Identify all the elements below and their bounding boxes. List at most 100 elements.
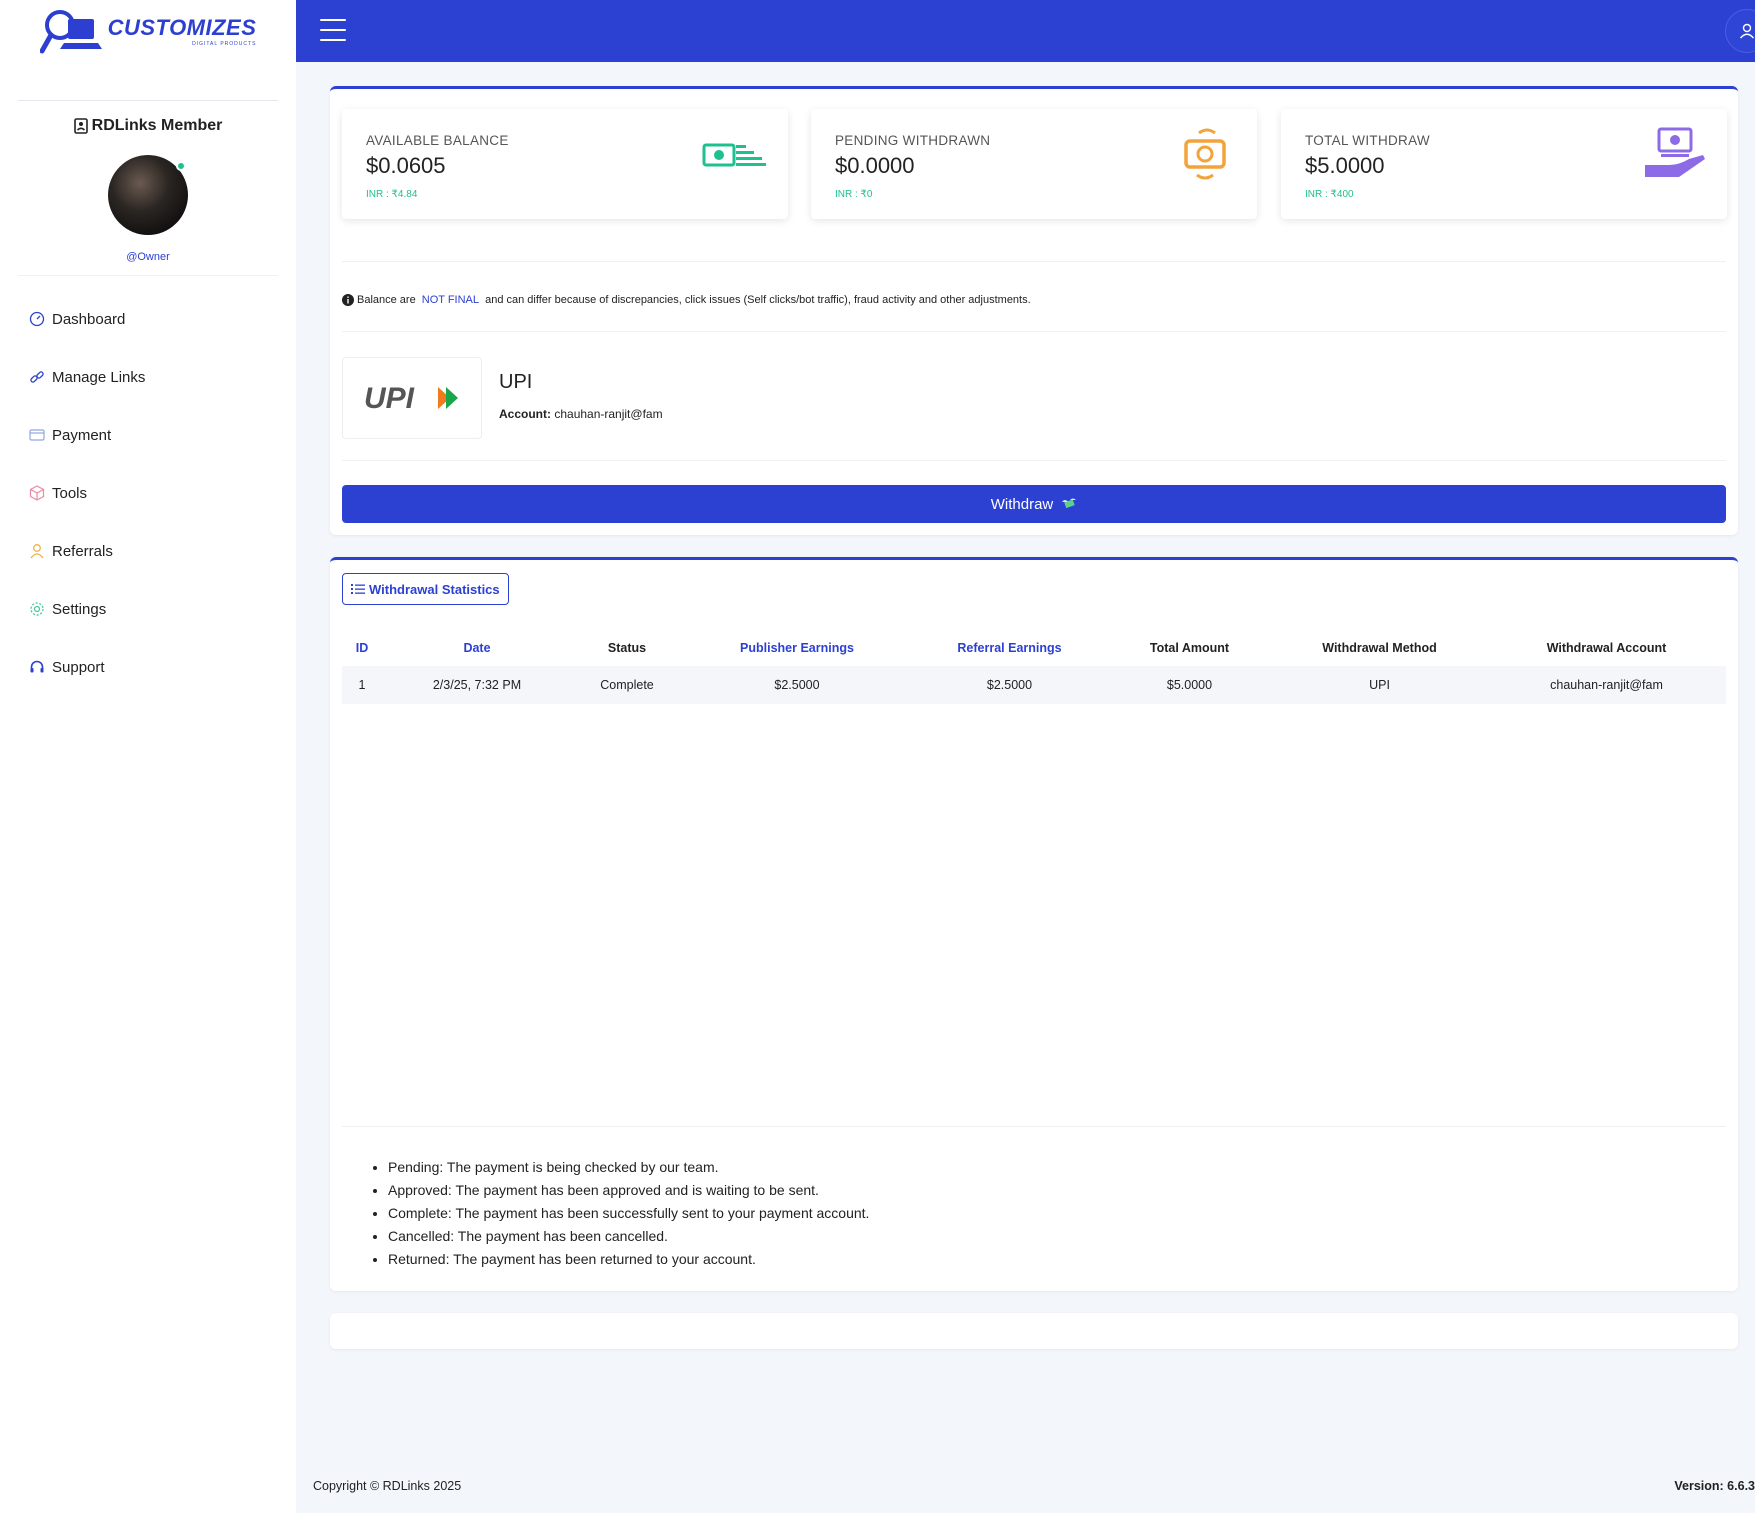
stat-inr: INR : ₹400 — [1305, 189, 1354, 200]
divider — [342, 460, 1726, 461]
sidebar-item-label: Dashboard — [52, 310, 126, 328]
stat-label: PENDING WITHDRAWN — [835, 133, 991, 148]
username: @Owner — [126, 251, 170, 263]
stat-value: $5.0000 — [1305, 153, 1385, 178]
balance-card: AVAILABLE BALANCE $0.0605 INR : ₹4.84 PE… — [330, 86, 1738, 535]
column-header-total-amount: Total Amount — [1149, 641, 1230, 655]
gear-icon — [28, 600, 46, 618]
link-icon — [28, 368, 46, 386]
cash-stack-icon — [702, 143, 766, 167]
legend-item-cancelled: Cancelled: The payment has been cancelle… — [388, 1225, 869, 1248]
divider — [18, 100, 278, 101]
cell-id: 1 — [342, 666, 382, 704]
cell-withdrawal-account: chauhan-ranjit@fam — [1487, 666, 1726, 704]
magnifier-laptop-icon — [39, 10, 102, 54]
cell-status: Complete — [572, 666, 682, 704]
member-label-text: RDLinks Member — [91, 117, 223, 134]
card-icon — [28, 426, 46, 444]
user-menu-button[interactable] — [1725, 9, 1755, 53]
stat-label: TOTAL WITHDRAW — [1305, 133, 1430, 148]
column-header-date[interactable]: Date — [382, 630, 572, 666]
table-row: 1 2/3/25, 7:32 PM Complete $2.5000 $2.50… — [342, 666, 1726, 704]
stat-inr: INR : ₹0 — [835, 189, 873, 200]
upi-logo-graphic: UPI — [364, 382, 458, 415]
column-header-withdrawal-account: Withdrawal Account — [1546, 641, 1667, 655]
stat-label: AVAILABLE BALANCE — [366, 133, 509, 148]
sidebar-item-label: Settings — [52, 600, 107, 618]
stat-value: $0.0605 — [366, 153, 446, 178]
stat-value: $0.0000 — [835, 153, 915, 178]
stat-total-withdraw: TOTAL WITHDRAW $5.0000 INR : ₹400 — [1281, 109, 1727, 219]
online-status-dot — [176, 161, 186, 171]
info-icon — [342, 294, 354, 306]
hand-cash-icon — [1645, 127, 1705, 177]
headset-icon — [28, 658, 46, 676]
sidebar-item-label: Manage Links — [52, 368, 146, 386]
sidebar-item-settings[interactable]: Settings — [0, 580, 296, 638]
notice-highlight: NOT FINAL — [421, 294, 480, 306]
sidebar-item-support[interactable]: Support — [0, 638, 296, 696]
divider — [342, 261, 1726, 262]
notice-suffix: and can differ because of discrepancies,… — [482, 294, 1031, 306]
withdrawal-table: ID Date Status Publisher Earnings Referr… — [342, 630, 1726, 704]
account-label: Account: — [499, 407, 551, 421]
cash-refresh-icon — [1184, 128, 1226, 180]
id-badge-icon — [73, 118, 88, 134]
balance-notice: Balance are NOT FINAL and can differ bec… — [342, 294, 1031, 306]
sidebar-item-label: Tools — [52, 484, 88, 502]
sidebar-item-manage-links[interactable]: Manage Links — [0, 348, 296, 406]
avatar[interactable] — [108, 155, 188, 235]
upi-logo-text: UPI — [364, 382, 415, 415]
sidebar-item-label: Support — [52, 658, 105, 676]
column-header-id[interactable]: ID — [342, 630, 382, 666]
brand-name: CUSTOMIZES — [107, 15, 257, 40]
legend-item-approved: Approved: The payment has been approved … — [388, 1179, 869, 1202]
stat-inr: INR : ₹4.84 — [366, 189, 418, 200]
sidebar-item-tools[interactable]: Tools — [0, 464, 296, 522]
sidebar-item-referrals[interactable]: Referrals — [0, 522, 296, 580]
user-icon — [1739, 23, 1755, 39]
copyright: Copyright © RDLinks 2025 — [313, 1479, 462, 1493]
notice-prefix: Balance are — [357, 294, 419, 306]
tab-withdrawal-statistics[interactable]: Withdrawal Statistics — [342, 573, 509, 605]
payment-method-name: UPI — [499, 371, 533, 393]
cell-total-amount: $5.0000 — [1107, 666, 1272, 704]
stat-available-balance: AVAILABLE BALANCE $0.0605 INR : ₹4.84 — [342, 109, 788, 219]
legend-item-pending: Pending: The payment is being checked by… — [388, 1156, 869, 1179]
sidebar-item-label: Payment — [52, 426, 112, 444]
menu-toggle-icon[interactable] — [320, 19, 346, 41]
brand-tagline: DIGITAL PRODUCTS — [192, 41, 257, 47]
account-value: chauhan-ranjit@fam — [554, 407, 663, 421]
column-header-withdrawal-method: Withdrawal Method — [1322, 641, 1437, 655]
sidebar: CUSTOMIZES DIGITAL PRODUCTS RDLinks Memb… — [0, 0, 296, 1513]
legend-item-returned: Returned: The payment has been returned … — [388, 1248, 869, 1271]
user-icon — [28, 542, 46, 560]
gauge-icon — [28, 310, 46, 328]
cube-icon — [28, 484, 46, 502]
stat-pending-withdrawn: PENDING WITHDRAWN $0.0000 INR : ₹0 — [811, 109, 1257, 219]
withdraw-button[interactable]: Withdraw — [342, 485, 1726, 523]
sidebar-item-payment[interactable]: Payment — [0, 406, 296, 464]
divider — [342, 1126, 1726, 1127]
brand-logo[interactable]: CUSTOMIZES DIGITAL PRODUCTS — [0, 0, 296, 62]
legend-item-complete: Complete: The payment has been successfu… — [388, 1202, 869, 1225]
tab-label: Withdrawal Statistics — [369, 581, 500, 597]
withdraw-button-label: Withdraw — [990, 495, 1054, 513]
money-wings-icon — [1062, 498, 1077, 509]
divider — [342, 331, 1726, 332]
topbar — [296, 0, 1755, 62]
upi-logo: UPI — [342, 357, 482, 439]
column-header-publisher-earnings[interactable]: Publisher Earnings — [682, 630, 912, 666]
cell-publisher-earnings: $2.5000 — [682, 666, 912, 704]
sidebar-item-dashboard[interactable]: Dashboard — [0, 290, 296, 348]
cell-date: 2/3/25, 7:32 PM — [382, 666, 572, 704]
version: Version: 6.6.3 — [1674, 1479, 1755, 1493]
cell-withdrawal-method: UPI — [1272, 666, 1487, 704]
member-label: RDLinks Member — [0, 117, 296, 135]
cell-referral-earnings: $2.5000 — [912, 666, 1107, 704]
column-header-status: Status — [607, 641, 647, 655]
list-icon — [351, 584, 365, 594]
column-header-referral-earnings[interactable]: Referral Earnings — [912, 630, 1107, 666]
payment-account: Account: chauhan-ranjit@fam — [499, 407, 663, 421]
withdrawal-stats-card: Withdrawal Statistics ID Date Status Pub… — [330, 557, 1738, 1291]
